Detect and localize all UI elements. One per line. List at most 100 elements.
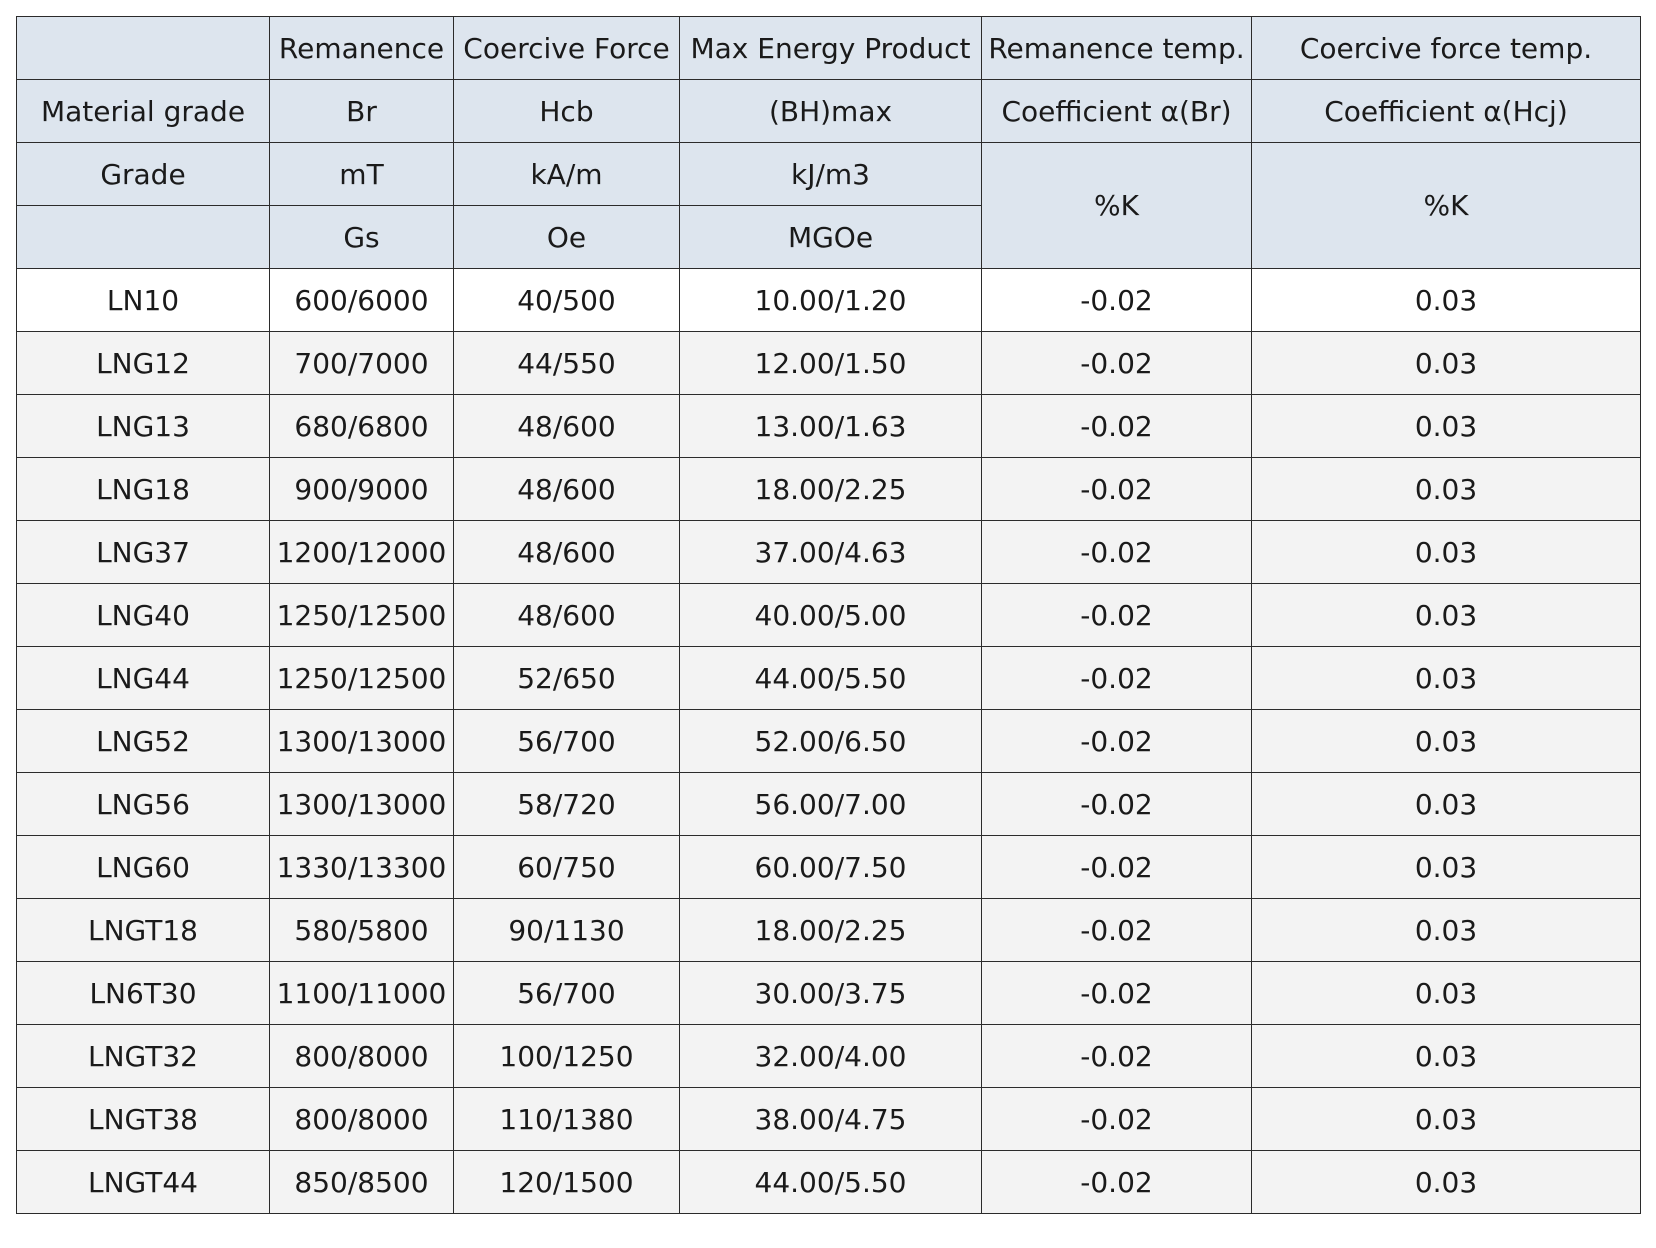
hcb-cell: 90/1130	[453, 898, 680, 962]
br-cell: 1250/12500	[269, 646, 454, 710]
alpha-hcj-cell: 0.03	[1251, 646, 1641, 710]
br-cell: 1330/13300	[269, 835, 454, 899]
grade-cell: LNG12	[16, 331, 270, 395]
header-cell	[16, 205, 270, 269]
alpha-br-cell: -0.02	[981, 394, 1252, 458]
alpha-hcj-cell: 0.03	[1251, 898, 1641, 962]
hcb-cell: 48/600	[453, 457, 680, 521]
header-unit-mgoe: MGOe	[679, 205, 982, 269]
header-coefficient-br: Coefficient α(Br)	[981, 79, 1252, 143]
alpha-br-cell: -0.02	[981, 1024, 1252, 1088]
table-row: LNGT18 580/5800 90/1130 18.00/2.25 -0.02 0.03	[16, 898, 1641, 962]
alpha-hcj-cell: 0.03	[1251, 520, 1641, 584]
header-hcb: Hcb	[453, 79, 680, 143]
bhmax-cell: 37.00/4.63	[679, 520, 982, 584]
table-row: LNGT32 800/8000 100/1250 32.00/4.00 -0.02 0.0…	[16, 1024, 1641, 1088]
alpha-br-cell: -0.02	[981, 1087, 1252, 1151]
header-row-1: Remanence Coercive Force Max Energy Prod…	[16, 16, 1641, 80]
hcb-cell: 48/600	[453, 520, 680, 584]
alpha-hcj-cell: 0.03	[1251, 772, 1641, 836]
alpha-hcj-cell: 0.03	[1251, 583, 1641, 647]
alpha-br-cell: -0.02	[981, 898, 1252, 962]
hcb-cell: 40/500	[453, 268, 680, 332]
alpha-hcj-cell: 0.03	[1251, 1087, 1641, 1151]
grade-cell: LNG18	[16, 457, 270, 521]
alpha-br-cell: -0.02	[981, 457, 1252, 521]
br-cell: 800/8000	[269, 1087, 454, 1151]
hcb-cell: 58/720	[453, 772, 680, 836]
header-max-energy-product: Max Energy Product	[679, 16, 982, 80]
table-row: LNG52 1300/13000 56/700 52.00/6.50 -0.02 0.03	[16, 709, 1641, 773]
header-bhmax: (BH)max	[679, 79, 982, 143]
header-row-3: Grade mT kA/m kJ/m3 %K %K	[16, 142, 1641, 269]
alpha-br-cell: -0.02	[981, 583, 1252, 647]
br-cell: 1250/12500	[269, 583, 454, 647]
alpha-hcj-cell: 0.03	[1251, 268, 1641, 332]
table-row: LN10 600/6000 40/500 10.00/1.20 -0.02 0.03	[16, 268, 1641, 332]
table-row: LNGT38 800/8000 110/1380 38.00/4.75 -0.02 0.0…	[16, 1087, 1641, 1151]
header-cell	[16, 16, 270, 80]
grade-cell: LNG37	[16, 520, 270, 584]
header-unit-percent-k-hcj: %K	[1251, 142, 1641, 269]
header-remanence-temp: Remanence temp.	[981, 16, 1252, 80]
hcb-cell: 110/1380	[453, 1087, 680, 1151]
header-unit-gs: Gs	[269, 205, 454, 269]
hcb-cell: 100/1250	[453, 1024, 680, 1088]
alpha-br-cell: -0.02	[981, 772, 1252, 836]
bhmax-cell: 30.00/3.75	[679, 961, 982, 1025]
header-coefficient-hcj: Coefficient α(Hcj)	[1251, 79, 1641, 143]
table-row: LNG37 1200/12000 48/600 37.00/4.63 -0.02 0.03	[16, 520, 1641, 584]
table-row: LN6T30 1100/11000 56/700 30.00/3.75 -0.02 0.0…	[16, 961, 1641, 1025]
header-unit-kjm3: kJ/m3	[679, 142, 982, 206]
br-cell: 1300/13000	[269, 772, 454, 836]
alpha-hcj-cell: 0.03	[1251, 961, 1641, 1025]
hcb-cell: 48/600	[453, 583, 680, 647]
header-unit-oe: Oe	[453, 205, 680, 269]
alpha-br-cell: -0.02	[981, 1150, 1252, 1214]
grade-cell: LNG44	[16, 646, 270, 710]
table-row: LNG60 1330/13300 60/750 60.00/7.50 -0.02 0.03	[16, 835, 1641, 899]
alpha-br-cell: -0.02	[981, 520, 1252, 584]
alpha-br-cell: -0.02	[981, 331, 1252, 395]
br-cell: 600/6000	[269, 268, 454, 332]
table-row: LNGT44 850/8500 120/1500 44.00/5.50 -0.02 0.0…	[16, 1150, 1641, 1214]
table-row: LNG13 680/6800 48/600 13.00/1.63 -0.02 0.03	[16, 394, 1641, 458]
alpha-hcj-cell: 0.03	[1251, 1024, 1641, 1088]
hcb-cell: 52/650	[453, 646, 680, 710]
br-cell: 850/8500	[269, 1150, 454, 1214]
bhmax-cell: 44.00/5.50	[679, 646, 982, 710]
header-unit-kam: kA/m	[453, 142, 680, 206]
alpha-br-cell: -0.02	[981, 646, 1252, 710]
grade-cell: LNGT32	[16, 1024, 270, 1088]
bhmax-cell: 32.00/4.00	[679, 1024, 982, 1088]
br-cell: 1100/11000	[269, 961, 454, 1025]
header-unit-percent-k-br: %K	[981, 142, 1252, 269]
hcb-cell: 48/600	[453, 394, 680, 458]
alpha-br-cell: -0.02	[981, 835, 1252, 899]
bhmax-cell: 44.00/5.50	[679, 1150, 982, 1214]
header-material-grade: Material grade	[16, 79, 270, 143]
grade-cell: LNG13	[16, 394, 270, 458]
hcb-cell: 56/700	[453, 709, 680, 773]
grade-cell: LNG56	[16, 772, 270, 836]
alpha-hcj-cell: 0.03	[1251, 457, 1641, 521]
grade-cell: LNGT18	[16, 898, 270, 962]
magnet-grade-table: Remanence Coercive Force Max Energy Prod…	[16, 16, 1641, 1214]
bhmax-cell: 40.00/5.00	[679, 583, 982, 647]
bhmax-cell: 12.00/1.50	[679, 331, 982, 395]
table-row: LNG40 1250/12500 48/600 40.00/5.00 -0.02 0.03	[16, 583, 1641, 647]
alpha-hcj-cell: 0.03	[1251, 331, 1641, 395]
grade-cell: LNG52	[16, 709, 270, 773]
alpha-hcj-cell: 0.03	[1251, 1150, 1641, 1214]
bhmax-cell: 60.00/7.50	[679, 835, 982, 899]
table-row: LNG44 1250/12500 52/650 44.00/5.50 -0.02 0.03	[16, 646, 1641, 710]
alpha-br-cell: -0.02	[981, 268, 1252, 332]
br-cell: 900/9000	[269, 457, 454, 521]
hcb-cell: 120/1500	[453, 1150, 680, 1214]
grade-cell: LNGT44	[16, 1150, 270, 1214]
br-cell: 1200/12000	[269, 520, 454, 584]
grade-cell: LN6T30	[16, 961, 270, 1025]
bhmax-cell: 56.00/7.00	[679, 772, 982, 836]
header-remanence: Remanence	[269, 16, 454, 80]
grade-cell: LN10	[16, 268, 270, 332]
